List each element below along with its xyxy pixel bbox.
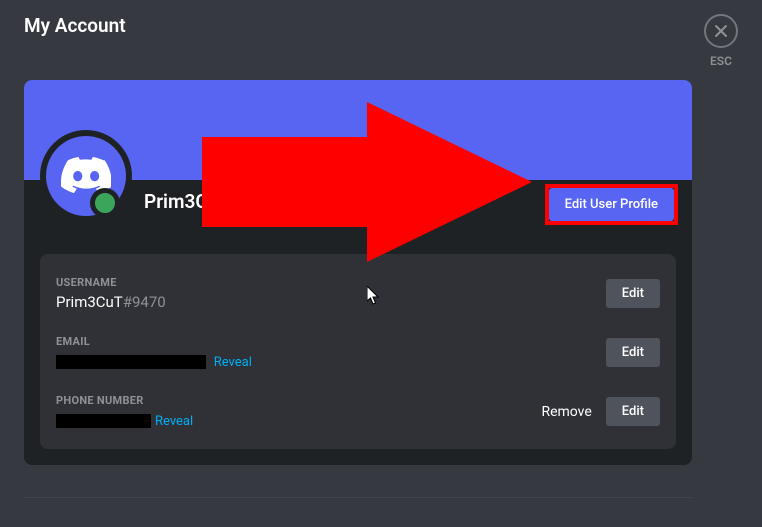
remove-phone-link[interactable]: Remove: [541, 404, 591, 420]
section-divider: [24, 497, 692, 498]
account-card: Prim3CuT Edit User Profile USERNAME Prim…: [24, 80, 692, 465]
close-button[interactable]: [704, 14, 738, 48]
phone-label: PHONE NUMBER: [56, 394, 193, 407]
username-value: Prim3CuT: [56, 293, 123, 311]
edit-user-profile-button[interactable]: Edit User Profile: [549, 188, 674, 221]
email-label: EMAIL: [56, 335, 252, 348]
email-row: EMAIL Reveal Edit: [56, 329, 660, 388]
esc-label: ESC: [710, 54, 732, 68]
reveal-phone-link[interactable]: Reveal: [155, 414, 193, 429]
username-row: USERNAME Prim3CuT#9470 Edit: [56, 270, 660, 329]
status-online-icon: [90, 188, 120, 218]
page-title: My Account: [24, 14, 126, 37]
avatar-wrapper: [40, 130, 132, 222]
edit-phone-button[interactable]: Edit: [606, 397, 660, 426]
account-info-panel: USERNAME Prim3CuT#9470 Edit EMAIL Reveal…: [40, 254, 676, 449]
username-label: USERNAME: [56, 276, 166, 289]
close-icon: [713, 23, 729, 39]
reveal-email-link[interactable]: Reveal: [214, 355, 252, 370]
edit-profile-highlight: Edit User Profile: [545, 184, 678, 225]
edit-email-button[interactable]: Edit: [606, 338, 660, 367]
edit-username-button[interactable]: Edit: [606, 279, 660, 308]
display-name: Prim3CuT: [144, 190, 230, 213]
username-discriminator: #9470: [123, 293, 166, 311]
email-redacted: [56, 355, 206, 369]
phone-row: PHONE NUMBER Reveal Remove Edit: [56, 388, 660, 433]
phone-redacted: [56, 414, 151, 428]
